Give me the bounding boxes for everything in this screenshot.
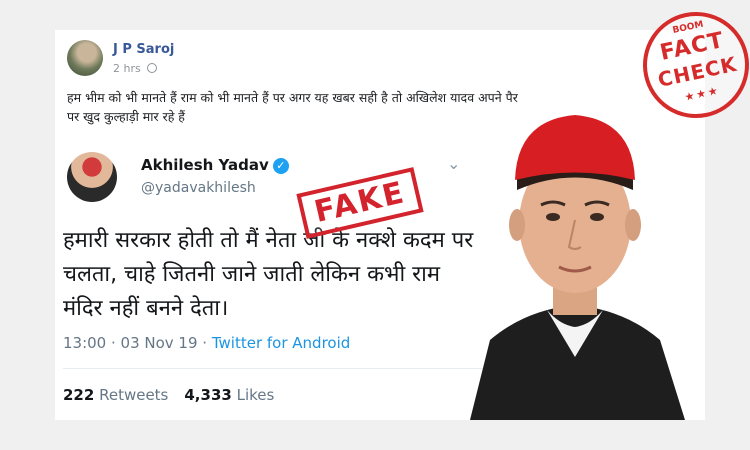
retweets-count: 222 [63, 386, 95, 404]
avatar[interactable] [67, 40, 103, 76]
post-meta: 2 hrs [113, 62, 158, 75]
tweet-author[interactable]: Akhilesh Yadav ✓ [141, 156, 289, 174]
likes-stat[interactable]: 4,333 Likes [184, 386, 274, 404]
tweet-handle[interactable]: @yadavakhilesh [141, 180, 256, 196]
person-illustration [470, 115, 685, 420]
tweet-author-name: Akhilesh Yadav [141, 156, 269, 174]
divider [63, 368, 483, 369]
person-photo [455, 95, 695, 420]
author-name[interactable]: J P Saroj [113, 42, 174, 57]
globe-icon [147, 63, 158, 73]
tweet-meta: 13:00 · 03 Nov 19 · Twitter for Android [63, 334, 350, 352]
verified-badge-icon: ✓ [272, 158, 289, 174]
tweet-source[interactable]: Twitter for Android [212, 334, 350, 352]
likes-label: Likes [236, 386, 275, 404]
retweets-stat[interactable]: 222 Retweets [63, 386, 168, 404]
tweet-stats: 222 Retweets 4,333 Likes [63, 386, 274, 404]
tweet-text: हमारी सरकार होती तो मैं नेता जी के नक्शे… [63, 228, 474, 321]
retweets-label: Retweets [99, 386, 169, 404]
tweet-avatar[interactable] [67, 152, 117, 202]
post-time[interactable]: 2 hrs [113, 62, 141, 75]
likes-count: 4,333 [184, 386, 232, 404]
tweet-time[interactable]: 13:00 · 03 Nov 19 · [63, 334, 207, 352]
